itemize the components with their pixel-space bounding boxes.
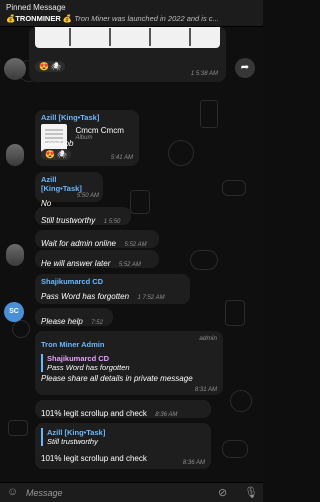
message-time: 8:36 AM: [182, 460, 205, 466]
sender-name[interactable]: Azill [King•Task]: [41, 175, 97, 193]
message-time: 5:41 AM: [110, 155, 133, 161]
admin-badge: admin: [199, 335, 217, 342]
message-text: He will answer later: [41, 259, 111, 268]
image-strip: [189, 28, 191, 46]
sender-name[interactable]: Tron Miner Admin: [41, 340, 104, 349]
message-text: Please help: [41, 317, 83, 326]
album-title: Cmcm Cmcm: [75, 126, 124, 135]
message-text: Please share all details in private mess…: [41, 374, 193, 383]
quote-sender: Shajikumarcd CD: [47, 354, 110, 363]
pinned-message-bar[interactable]: Pinned Message 💰TRONMINER 💰 Tron Miner w…: [0, 0, 263, 27]
message-bubble[interactable]: 101% legit scrollup and check 8:36 AM: [35, 400, 211, 418]
reaction-chip[interactable]: 😍 🕷: [35, 61, 66, 72]
message-time: 5:50 AM: [76, 193, 99, 199]
message-bubble[interactable]: Still trustworthy 1 5:50 AM: [35, 207, 131, 243]
message-text: Wait for admin online: [41, 239, 116, 248]
pinned-text: Tron Miner was launched in 2022 and is c…: [72, 14, 219, 23]
image-strip: [149, 28, 151, 46]
avatar[interactable]: [6, 144, 24, 166]
message-text: Pass Word has forgotten: [41, 292, 130, 301]
quote-text: Pass Word has forgotten: [47, 363, 130, 372]
avatar[interactable]: [6, 244, 24, 266]
reaction-chip[interactable]: 😍 🕷: [41, 149, 72, 160]
message-time: 5:52 AM: [124, 242, 147, 248]
avatar[interactable]: SC: [4, 302, 24, 322]
message-bubble[interactable]: Wait for admin online 5:52 AM: [35, 230, 159, 248]
sender-row: Tron Miner Admin admin: [41, 334, 217, 352]
pinned-prefix: 💰TRONMINER 💰: [6, 14, 73, 23]
reply-quote[interactable]: Azill [King•Task] Still trustworthy: [41, 428, 205, 446]
sender-name[interactable]: Azill [King•Task]: [41, 113, 133, 122]
message-time: 1 5:38 AM: [190, 71, 218, 77]
message-bubble[interactable]: He will answer later 5:52 AM: [35, 250, 159, 268]
message-time: 8:31 AM: [194, 387, 217, 393]
message-text: 101% legit scrollup and check: [41, 409, 147, 418]
microphone-icon[interactable]: 🎙: [244, 486, 258, 499]
quote-text: Still trustworthy: [47, 437, 98, 446]
emoji-icon[interactable]: ☺: [7, 486, 18, 498]
message-time: 8:36 AM: [155, 412, 178, 418]
pinned-title: Pinned Message: [6, 3, 66, 12]
reply-quote[interactable]: Shajikumarcd CD Pass Word has forgotten: [41, 354, 217, 372]
message-time: 1 7:52 AM: [137, 295, 165, 301]
message-bubble[interactable]: Tron Miner Admin admin Shajikumarcd CD P…: [35, 331, 223, 395]
quote-sender: Azill [King•Task]: [47, 428, 106, 437]
sender-name[interactable]: Shajikumarcd CD: [41, 277, 184, 286]
message-bubble[interactable]: Shajikumarcd CD Pass Word has forgotten …: [35, 274, 190, 304]
message-text: Still trustworthy: [41, 216, 96, 225]
message-bubble[interactable]: 😍 🕷 1 5:38 AM: [29, 26, 226, 82]
avatar[interactable]: [4, 58, 26, 80]
album-label: Album: [75, 135, 93, 141]
pinned-preview: 💰TRONMINER 💰 Tron Miner was launched in …: [6, 14, 258, 23]
album-image[interactable]: [35, 26, 220, 48]
message-time: 5:52 AM: [118, 262, 141, 268]
reaction-row: 😍 🕷 5:41 AM: [35, 147, 139, 167]
message-input[interactable]: [26, 485, 206, 501]
message-input-bar: ☺ ⊘ 🎙: [0, 482, 263, 502]
share-forward-icon[interactable]: ➦: [235, 58, 255, 78]
message-bubble[interactable]: Please help 7:52 AM: [35, 308, 113, 344]
message-bubble[interactable]: Azill [King•Task] Still trustworthy 101%…: [35, 423, 211, 469]
image-strip: [69, 28, 71, 46]
image-strip: [109, 28, 111, 46]
message-bubble[interactable]: Azill [King•Task] No 5:50 AM: [35, 172, 103, 208]
message-text: 101% legit scrollup and check: [41, 454, 147, 463]
paperclip-icon[interactable]: ⊘: [218, 486, 227, 499]
